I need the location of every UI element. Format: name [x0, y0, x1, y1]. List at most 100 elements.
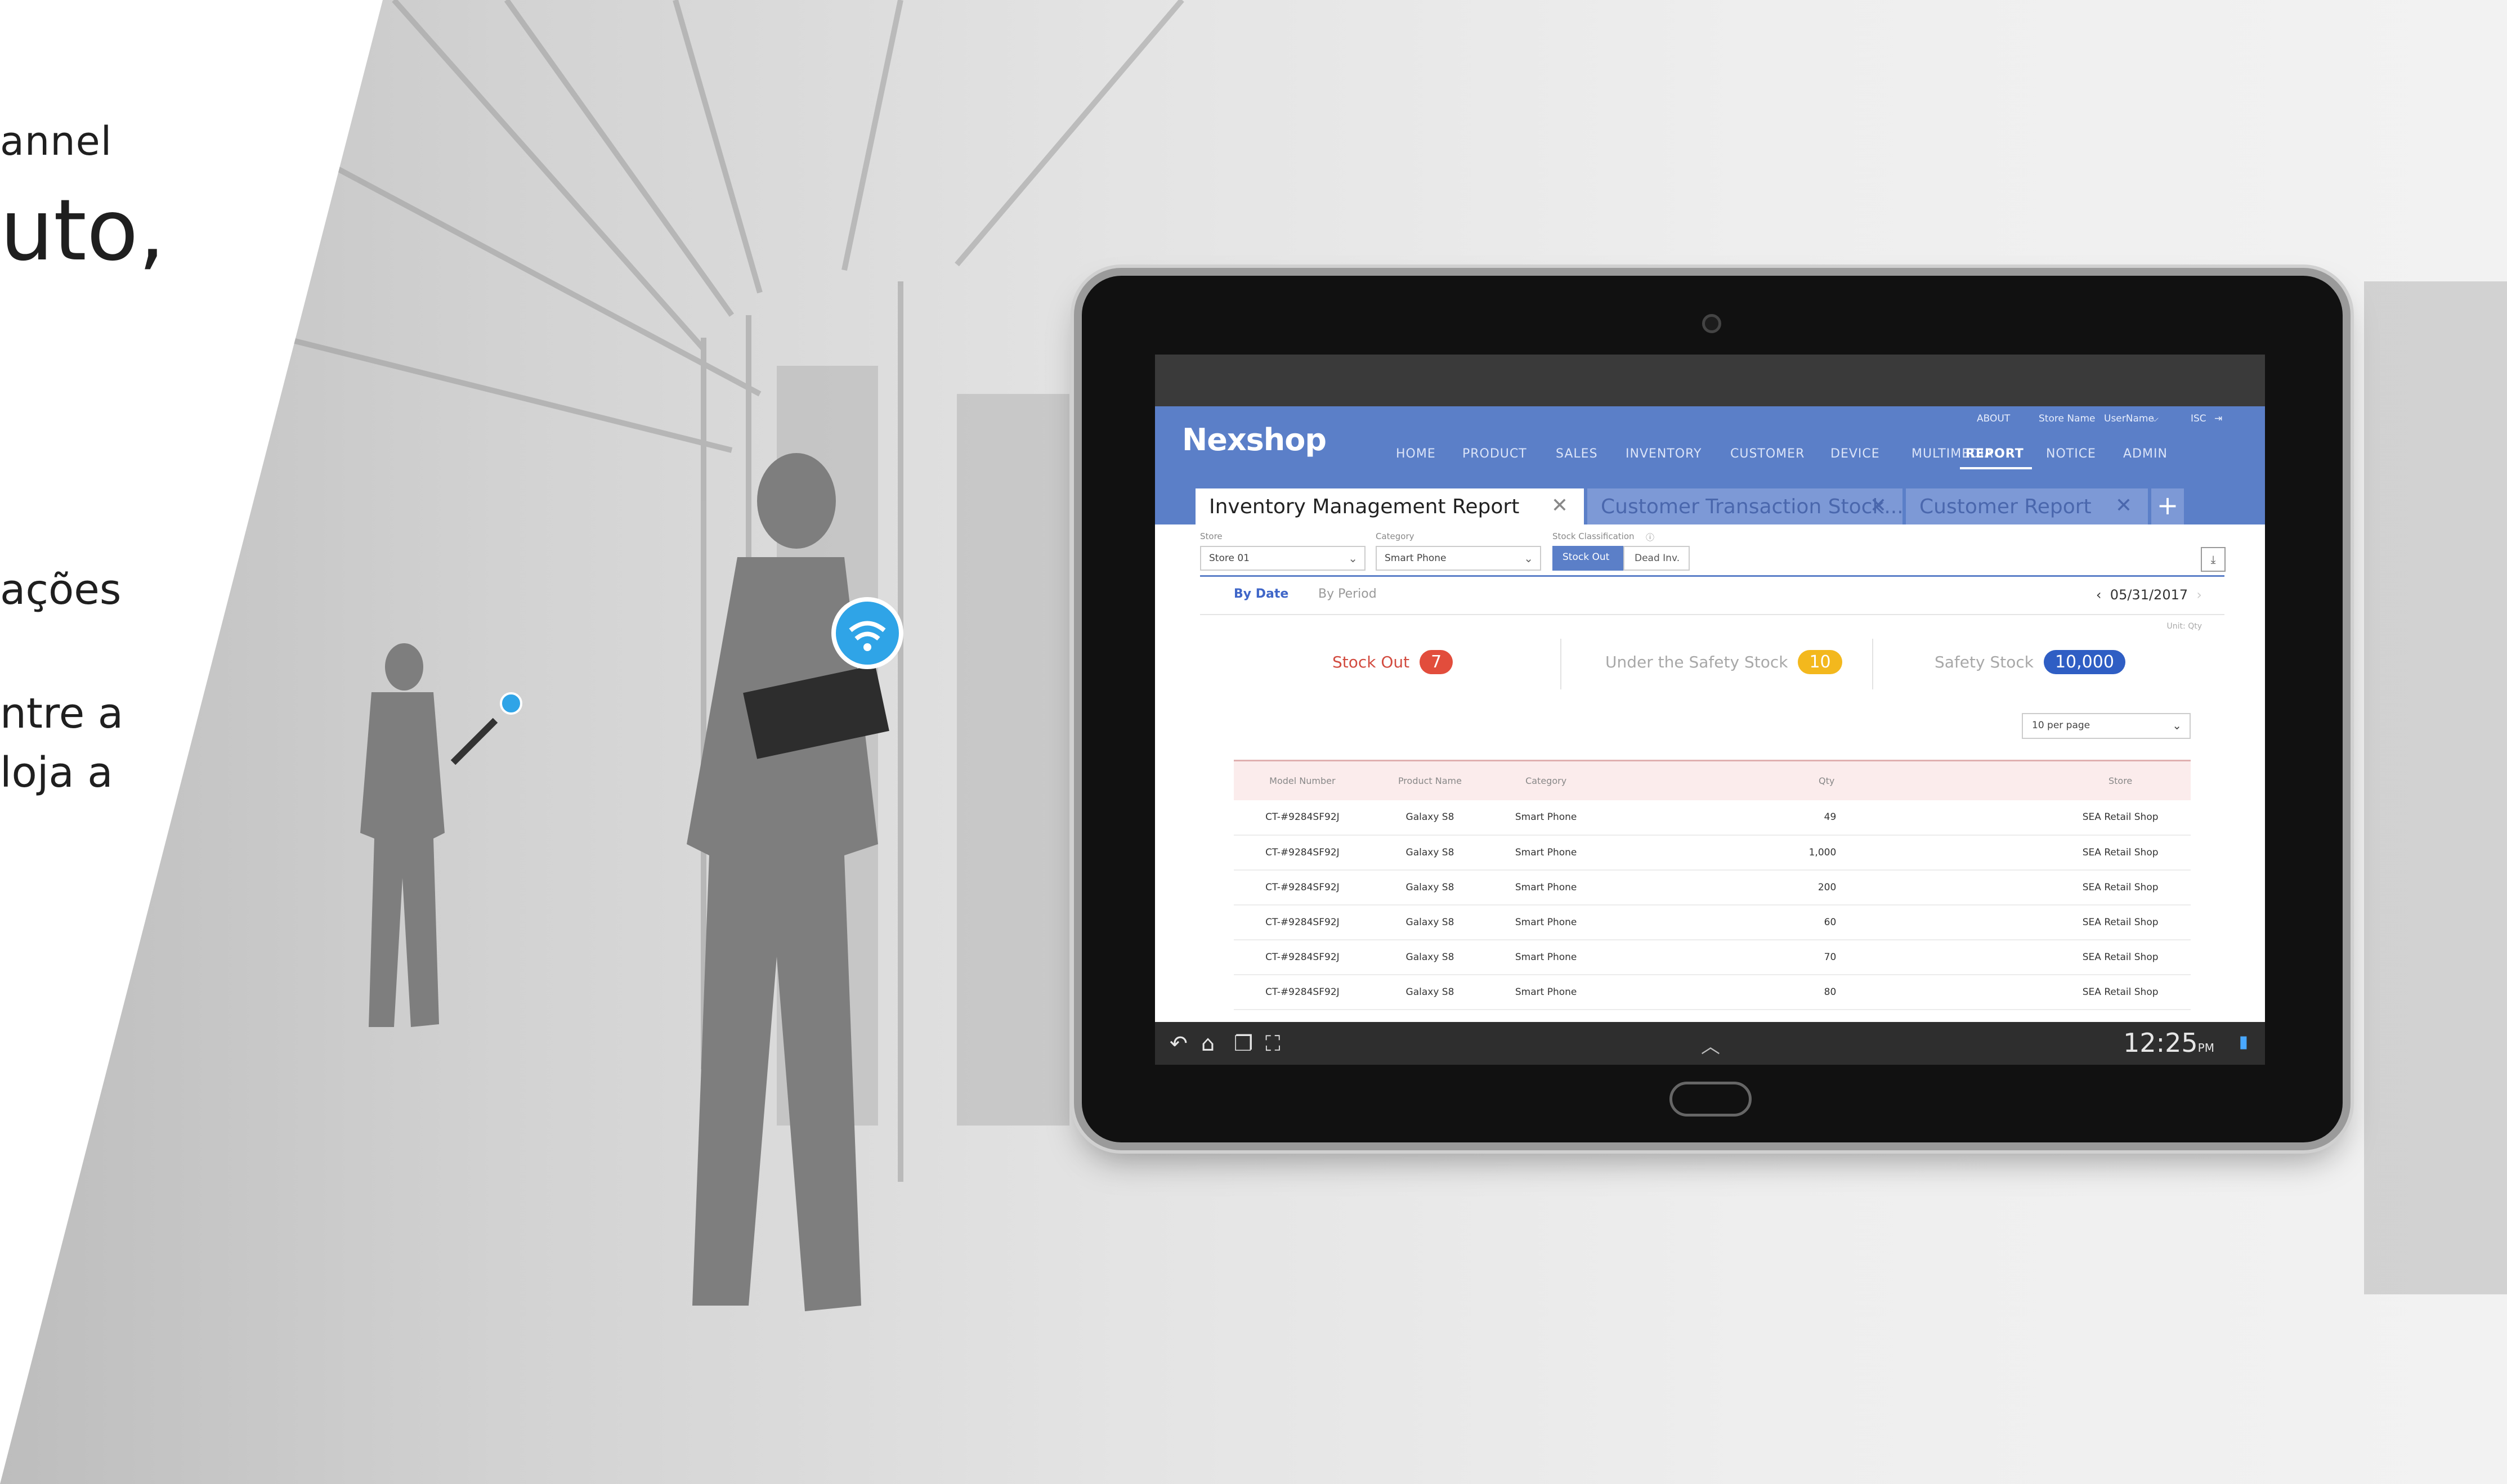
cell-qty: 49	[1603, 800, 2051, 836]
by-period-tab[interactable]: By Period	[1318, 587, 1377, 601]
stock-out-toggle[interactable]: Stock Out	[1552, 546, 1623, 571]
table-row[interactable]: CT-#9284SF92J Galaxy S8 Smart Phone 200 …	[1234, 869, 2191, 905]
col-category[interactable]: Category	[1489, 760, 1604, 800]
report-date: 05/31/2017	[2110, 587, 2188, 603]
under-safety-badge: 10	[1798, 650, 1842, 674]
per-page-select[interactable]: 10 per page ⌄	[2022, 713, 2191, 739]
tablet-device: Nexshop ABOUT Store Name UserName ⌵ ISC …	[1082, 276, 2343, 1142]
nav-device[interactable]: DEVICE	[1830, 447, 1880, 461]
safety-stock-label: Safety Stock	[1935, 653, 2034, 671]
logout-icon[interactable]: ⇥	[2214, 413, 2222, 424]
signal-icon: ▮	[2239, 1032, 2248, 1052]
stock-out-kpi[interactable]: Stock Out 7	[1332, 650, 1453, 674]
by-date-tab[interactable]: By Date	[1234, 587, 1288, 601]
status-bar	[1155, 355, 2265, 406]
cell-store: SEA Retail Shop	[2050, 974, 2191, 1010]
cell-store: SEA Retail Shop	[2050, 835, 2191, 871]
cell-store: SEA Retail Shop	[2050, 904, 2191, 940]
user-menu[interactable]: UserName	[2104, 413, 2154, 424]
category-select[interactable]: Smart Phone ⌄	[1376, 546, 1541, 571]
chevron-up-icon[interactable]: ︿	[1701, 1031, 1720, 1059]
cell-qty: 200	[1603, 869, 2051, 905]
front-camera	[1702, 314, 1721, 333]
report-content: By Date By Period ‹ 05/31/2017 › Unit: Q…	[1200, 575, 2224, 1045]
table-row[interactable]: CT-#9284SF92J Galaxy S8 Smart Phone 60 S…	[1234, 904, 2191, 940]
cell-product: Galaxy S8	[1371, 835, 1489, 871]
tab-inventory-management-report[interactable]: Inventory Management Report ✕	[1196, 488, 1584, 524]
stock-classification-label: Stock Classification	[1552, 531, 1635, 541]
info-icon[interactable]: ⓘ	[1646, 531, 1654, 543]
back-icon[interactable]: ↶	[1170, 1031, 1188, 1056]
under-safety-label: Under the Safety Stock	[1605, 653, 1788, 671]
cell-category: Smart Phone	[1489, 974, 1604, 1010]
marketing-copy: annel uto, ações ntre a loja a	[0, 0, 394, 1484]
nav-customer[interactable]: CUSTOMER	[1730, 447, 1805, 461]
nav-sales[interactable]: SALES	[1556, 447, 1598, 461]
nav-product[interactable]: PRODUCT	[1462, 447, 1527, 461]
col-product-name[interactable]: Product Name	[1371, 760, 1489, 800]
nav-home[interactable]: HOME	[1396, 447, 1436, 461]
stock-out-label: Stock Out	[1332, 653, 1410, 671]
cell-model: CT-#9284SF92J	[1234, 939, 1371, 975]
add-tab-button[interactable]: +	[2151, 488, 2184, 524]
home-icon[interactable]: ⌂	[1201, 1031, 1215, 1056]
cell-model: CT-#9284SF92J	[1234, 835, 1371, 871]
cell-model: CT-#9284SF92J	[1234, 974, 1371, 1010]
cell-product: Galaxy S8	[1371, 939, 1489, 975]
cell-model: CT-#9284SF92J	[1234, 904, 1371, 940]
store-name-label: Store Name	[2039, 413, 2096, 424]
chevron-right-icon[interactable]: ›	[2196, 587, 2202, 603]
wifi-badge-large	[834, 599, 901, 667]
tab-customer-report[interactable]: Customer Report ✕	[1906, 488, 2148, 524]
close-icon[interactable]: ✕	[1870, 494, 1887, 517]
table-header-row: Model Number Product Name Category Qty S…	[1234, 760, 2191, 800]
nav-report[interactable]: REPORT	[1966, 447, 2024, 461]
col-store[interactable]: Store	[2050, 760, 2191, 800]
col-model-number[interactable]: Model Number	[1234, 760, 1371, 800]
store-select[interactable]: Store 01 ⌄	[1200, 546, 1366, 571]
hardware-home-button[interactable]	[1669, 1082, 1752, 1117]
col-qty[interactable]: Qty	[1603, 760, 2051, 800]
cell-product: Galaxy S8	[1371, 974, 1489, 1010]
table-row[interactable]: CT-#9284SF92J Galaxy S8 Smart Phone 1,00…	[1234, 835, 2191, 871]
dead-inv-toggle[interactable]: Dead Inv.	[1623, 546, 1690, 571]
tablet-screen: Nexshop ABOUT Store Name UserName ⌵ ISC …	[1155, 355, 2265, 1065]
about-link[interactable]: ABOUT	[1977, 413, 2010, 424]
app-logo[interactable]: Nexshop	[1182, 422, 1327, 458]
clock-time: 12:25	[2123, 1028, 2198, 1058]
nav-inventory[interactable]: INVENTORY	[1626, 447, 1702, 461]
table-row[interactable]: CT-#9284SF92J Galaxy S8 Smart Phone 49 S…	[1234, 800, 2191, 836]
under-safety-stock-kpi[interactable]: Under the Safety Stock 10	[1605, 650, 1842, 674]
category-filter-label: Category	[1376, 531, 1414, 541]
safety-stock-kpi[interactable]: Safety Stock 10,000	[1935, 650, 2125, 674]
cell-qty: 1,000	[1603, 835, 2051, 871]
close-icon[interactable]: ✕	[2115, 494, 2132, 517]
chevron-down-icon: ⌄	[2172, 719, 2182, 732]
unit-label: Unit: Qty	[2166, 622, 2202, 631]
close-icon[interactable]: ✕	[1551, 494, 1568, 517]
tab-customer-transaction-stock[interactable]: Customer Transaction Stock... ✕	[1587, 488, 1902, 524]
cell-store: SEA Retail Shop	[2050, 939, 2191, 975]
report-tab-bar: Inventory Management Report ✕ Customer T…	[1155, 469, 2265, 524]
copy-line-3: loja a	[0, 748, 113, 797]
tab-label: Customer Transaction Stock...	[1601, 495, 1902, 518]
language-selector[interactable]: ISC	[2191, 413, 2206, 424]
system-clock: 12:25PM	[2123, 1028, 2214, 1058]
chevron-left-icon[interactable]: ‹	[2096, 587, 2102, 603]
copy-line-2: ntre a	[0, 689, 124, 738]
cell-product: Galaxy S8	[1371, 904, 1489, 940]
export-icon[interactable]: ⤓	[2201, 547, 2226, 572]
chevron-down-icon[interactable]: ⌵	[2151, 413, 2159, 424]
category-select-value: Smart Phone	[1385, 553, 1447, 564]
nav-admin[interactable]: ADMIN	[2123, 447, 2168, 461]
copy-title: uto,	[0, 182, 165, 280]
divider	[1200, 614, 2224, 615]
per-page-value: 10 per page	[2032, 720, 2090, 731]
clock-ampm: PM	[2197, 1041, 2214, 1055]
screenshot-icon[interactable]: ⛶	[1265, 1031, 1281, 1056]
recent-apps-icon[interactable]: ❐	[1234, 1031, 1253, 1056]
table-row[interactable]: CT-#9284SF92J Galaxy S8 Smart Phone 80 S…	[1234, 974, 2191, 1010]
nav-notice[interactable]: NOTICE	[2046, 447, 2096, 461]
table-row[interactable]: CT-#9284SF92J Galaxy S8 Smart Phone 70 S…	[1234, 939, 2191, 975]
copy-line-1: ações	[0, 566, 122, 614]
